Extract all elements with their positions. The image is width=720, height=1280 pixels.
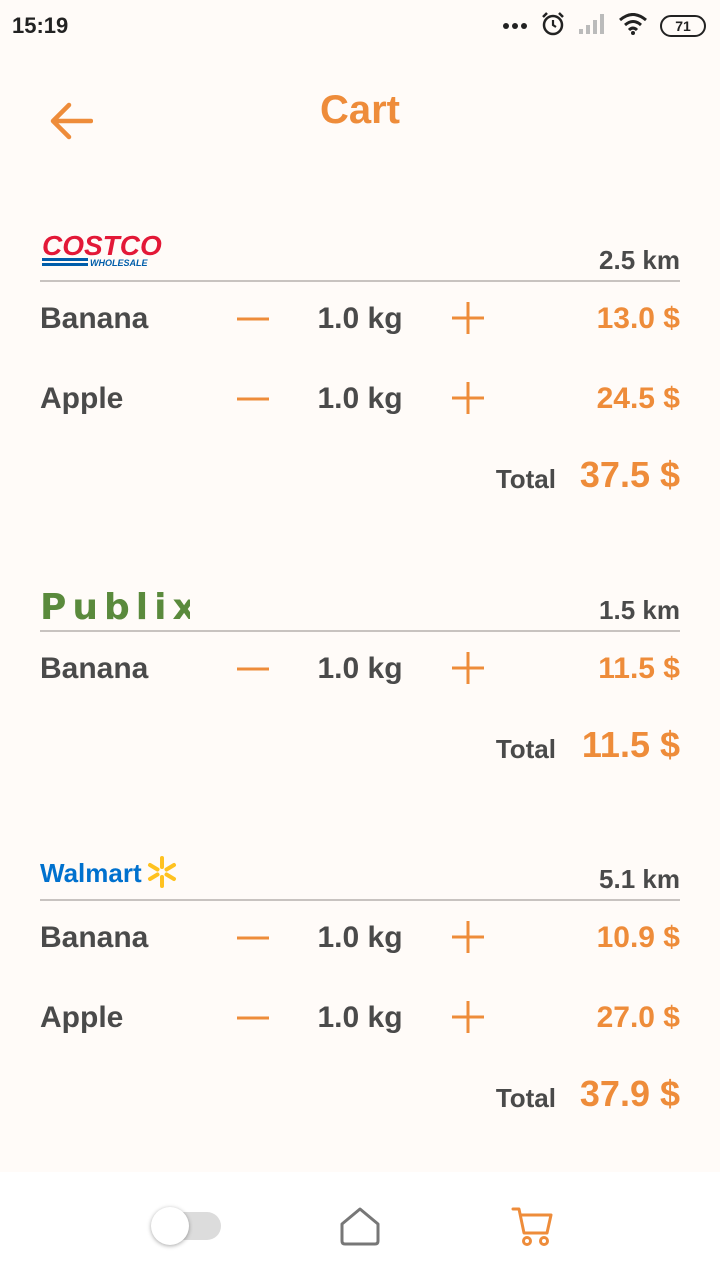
minus-icon — [237, 397, 269, 401]
cart-item-row: Apple 1.0 kg 27.0 $ — [40, 981, 680, 1061]
store-header: Walmart 5.1 km — [40, 849, 680, 901]
publix-logo: Publix — [40, 585, 196, 630]
signal-icon — [578, 13, 606, 40]
total-value: 37.5 $ — [579, 454, 680, 495]
toggle-knob — [150, 1207, 189, 1245]
store-total-row: Total 11.5 $ — [40, 712, 680, 782]
store-section-costco: COSTCO WHOLESALE 2.5 km Banana 1.0 kg 13… — [40, 230, 680, 512]
store-distance: 1.5 km — [599, 595, 680, 625]
store-section-publix: Publix 1.5 km Banana 1.0 kg 11.5 $ Total… — [40, 580, 680, 782]
nav-toggle-button[interactable] — [147, 1196, 227, 1256]
store-header: Publix 1.5 km — [40, 580, 680, 632]
walmart-logo: Walmart — [40, 854, 190, 895]
status-time: 15:19 — [12, 13, 69, 38]
item-name: Apple — [40, 382, 124, 415]
bottom-nav — [0, 1172, 720, 1280]
alarm-icon — [540, 11, 566, 42]
item-name: Banana — [40, 652, 149, 685]
costco-logo: COSTCO WHOLESALE — [40, 229, 180, 274]
item-quantity: 1.0 kg — [317, 302, 403, 335]
increase-quantity-button[interactable] — [448, 997, 488, 1037]
store-header: COSTCO WHOLESALE 2.5 km — [40, 230, 680, 282]
item-name: Banana — [40, 302, 149, 335]
page-title: Cart — [319, 88, 401, 132]
minus-icon — [237, 317, 269, 321]
store-total-row: Total 37.9 $ — [40, 1061, 680, 1131]
item-price: 11.5 $ — [598, 652, 680, 685]
more-dots-icon — [502, 17, 528, 35]
battery-icon: 71 — [660, 15, 706, 37]
plus-icon — [452, 921, 484, 953]
status-icons: 71 — [502, 11, 706, 42]
increase-quantity-button[interactable] — [448, 298, 488, 338]
plus-icon — [452, 302, 484, 334]
header: Cart — [0, 70, 720, 160]
toggle-switch-icon[interactable] — [150, 1207, 221, 1245]
plus-icon — [452, 382, 484, 414]
cart-item-row: Banana 1.0 kg 10.9 $ — [40, 901, 680, 981]
total-value: 11.5 $ — [581, 724, 680, 765]
item-price: 24.5 $ — [596, 382, 680, 415]
total-value: 37.9 $ — [579, 1073, 680, 1114]
decrease-quantity-button[interactable] — [234, 650, 272, 688]
increase-quantity-button[interactable] — [448, 378, 488, 418]
increase-quantity-button[interactable] — [448, 648, 488, 688]
cart-item-row: Banana 1.0 kg 13.0 $ — [40, 282, 680, 362]
plus-icon — [452, 1001, 484, 1033]
wifi-icon — [618, 12, 648, 40]
home-icon — [340, 1207, 380, 1246]
cart-item-row: Banana 1.0 kg 11.5 $ — [40, 632, 680, 712]
costco-logo-subtext: WHOLESALE — [90, 258, 148, 268]
plus-icon — [452, 652, 484, 684]
walmart-logo-text: Walmart — [40, 858, 142, 888]
item-price: 13.0 $ — [596, 302, 680, 335]
item-quantity: 1.0 kg — [317, 1001, 403, 1034]
decrease-quantity-button[interactable] — [234, 300, 272, 338]
minus-icon — [237, 936, 269, 940]
walmart-spark-icon — [148, 856, 176, 888]
decrease-quantity-button[interactable] — [234, 919, 272, 957]
cart-icon — [511, 1207, 553, 1246]
total-label: Total — [495, 734, 556, 764]
item-quantity: 1.0 kg — [317, 921, 403, 954]
decrease-quantity-button[interactable] — [234, 380, 272, 418]
item-quantity: 1.0 kg — [317, 652, 403, 685]
nav-home-button[interactable] — [320, 1196, 400, 1256]
increase-quantity-button[interactable] — [448, 917, 488, 957]
cart-item-row: Apple 1.0 kg 24.5 $ — [40, 362, 680, 442]
store-section-walmart: Walmart 5.1 km Banana 1.0 kg 10.9 $ Appl… — [40, 849, 680, 1131]
store-total-row: Total 37.5 $ — [40, 442, 680, 512]
nav-cart-button[interactable] — [493, 1196, 573, 1256]
status-bar: 15:19 71 — [0, 0, 720, 52]
item-price: 10.9 $ — [596, 921, 680, 954]
item-price: 27.0 $ — [596, 1001, 680, 1034]
item-name: Banana — [40, 921, 149, 954]
total-label: Total — [495, 1083, 556, 1113]
store-distance: 5.1 km — [599, 864, 680, 894]
minus-icon — [237, 1016, 269, 1020]
publix-logo-text: Publix — [40, 587, 190, 625]
item-name: Apple — [40, 1001, 124, 1034]
total-label: Total — [495, 464, 556, 494]
costco-logo-text: COSTCO — [42, 230, 162, 261]
decrease-quantity-button[interactable] — [234, 999, 272, 1037]
store-distance: 2.5 km — [599, 245, 680, 275]
minus-icon — [237, 667, 269, 671]
item-quantity: 1.0 kg — [317, 382, 403, 415]
